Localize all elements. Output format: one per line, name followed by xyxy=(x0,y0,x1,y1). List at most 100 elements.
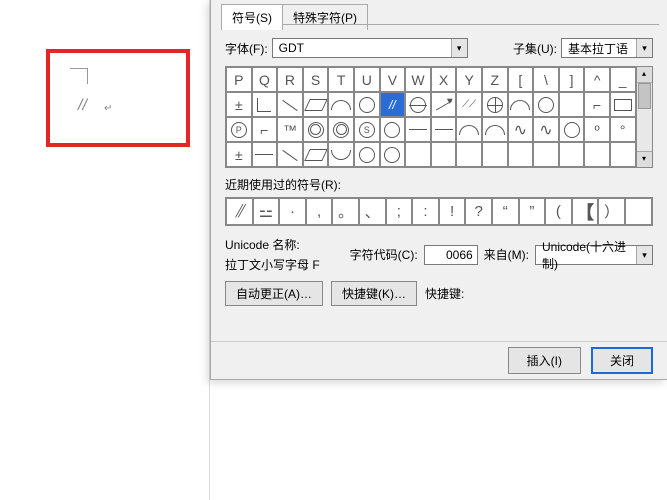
tab-special-chars[interactable]: 特殊字符(P) xyxy=(282,4,368,30)
symbol-cell[interactable] xyxy=(303,142,329,167)
recent-symbol-cell[interactable]: ⫽ xyxy=(226,198,253,225)
recent-symbol-cell[interactable]: “ xyxy=(492,198,519,225)
symbol-cell[interactable] xyxy=(559,117,585,142)
symbol-cell[interactable]: ° xyxy=(610,117,636,142)
symbol-cell[interactable]: ⌐ xyxy=(252,117,278,142)
symbol-cell[interactable] xyxy=(482,92,508,117)
symbol-cell[interactable]: X xyxy=(431,67,457,92)
symbol-cell[interactable] xyxy=(456,142,482,167)
symbol-cell[interactable] xyxy=(431,142,457,167)
symbol-cell[interactable] xyxy=(354,92,380,117)
symbol-cell[interactable]: S xyxy=(303,67,329,92)
recent-symbol-cell[interactable]: ! xyxy=(439,198,466,225)
symbol-cell[interactable] xyxy=(405,142,431,167)
symbol-cell[interactable]: ± xyxy=(226,142,252,167)
recent-symbol-cell[interactable]: · xyxy=(279,198,306,225)
tab-symbols[interactable]: 符号(S) xyxy=(221,4,283,30)
symbol-cell[interactable]: Y xyxy=(456,67,482,92)
recent-symbol-cell[interactable]: ( xyxy=(545,198,572,225)
unicode-name-value: 拉丁文小写字母 F xyxy=(225,256,320,273)
symbol-cell[interactable]: R xyxy=(277,67,303,92)
symbol-cell[interactable]: \ xyxy=(533,67,559,92)
char-code-input[interactable] xyxy=(424,245,478,265)
symbol-cell[interactable] xyxy=(610,92,636,117)
symbol-cell[interactable] xyxy=(482,117,508,142)
symbol-cell[interactable]: ⌐ xyxy=(584,92,610,117)
recent-symbol-cell[interactable]: ? xyxy=(465,198,492,225)
recent-symbol-cell[interactable]: ” xyxy=(519,198,546,225)
recent-symbol-cell[interactable]: ） xyxy=(598,198,625,225)
chevron-down-icon: ▾ xyxy=(636,39,652,57)
symbol-cell[interactable]: ^ xyxy=(584,67,610,92)
recent-symbol-cell[interactable]: 。 xyxy=(332,198,359,225)
symbol-cell[interactable] xyxy=(354,142,380,167)
symbol-cell[interactable]: ] xyxy=(559,67,585,92)
font-select[interactable]: GDT ▾ xyxy=(272,38,468,58)
close-button[interactable]: 关闭 xyxy=(591,347,653,374)
scroll-thumb[interactable] xyxy=(638,83,651,109)
symbol-cell[interactable] xyxy=(380,142,406,167)
symbol-cell[interactable] xyxy=(277,92,303,117)
symbol-cell[interactable] xyxy=(380,117,406,142)
shortcut-button[interactable]: 快捷键(K)… xyxy=(331,281,417,306)
symbol-cell[interactable] xyxy=(610,142,636,167)
recent-symbol-cell[interactable] xyxy=(625,198,652,225)
tab-divider xyxy=(221,24,659,25)
symbol-cell[interactable] xyxy=(431,117,457,142)
symbol-cell[interactable] xyxy=(328,92,354,117)
insert-button[interactable]: 插入(I) xyxy=(508,347,581,374)
symbol-cell[interactable] xyxy=(303,117,329,142)
symbol-cell[interactable] xyxy=(252,92,278,117)
subset-select[interactable]: 基本拉丁语 ▾ xyxy=(561,38,653,58)
symbol-cell[interactable] xyxy=(328,142,354,167)
scroll-up-icon[interactable]: ▴ xyxy=(637,67,652,83)
recent-symbol-cell[interactable]: ; xyxy=(386,198,413,225)
symbol-cell[interactable] xyxy=(533,92,559,117)
symbol-cell[interactable]: Q xyxy=(252,67,278,92)
symbol-cell[interactable]: _ xyxy=(610,67,636,92)
symbol-cell[interactable] xyxy=(405,92,431,117)
symbol-cell[interactable] xyxy=(456,117,482,142)
symbol-cell[interactable]: P xyxy=(226,67,252,92)
symbol-cell[interactable] xyxy=(508,92,534,117)
symbol-cell[interactable]: V xyxy=(380,67,406,92)
symbol-cell[interactable] xyxy=(303,92,329,117)
symbol-cell[interactable]: ™ xyxy=(277,117,303,142)
symbol-cell[interactable] xyxy=(584,142,610,167)
symbol-cell[interactable]: T xyxy=(328,67,354,92)
symbol-cell[interactable] xyxy=(277,142,303,167)
symbol-cell[interactable]: [ xyxy=(508,67,534,92)
symbol-cell[interactable]: W xyxy=(405,67,431,92)
scroll-down-icon[interactable]: ▾ xyxy=(637,151,652,167)
symbol-cell[interactable]: S xyxy=(354,117,380,142)
recent-symbol-cell[interactable]: : xyxy=(412,198,439,225)
symbol-cell[interactable] xyxy=(559,92,585,117)
symbol-cell[interactable] xyxy=(508,142,534,167)
subset-select-value: 基本拉丁语 xyxy=(562,40,636,57)
autocorrect-button[interactable]: 自动更正(A)… xyxy=(225,281,323,306)
symbol-cell[interactable] xyxy=(252,142,278,167)
symbol-cell[interactable]: U xyxy=(354,67,380,92)
symbol-cell[interactable]: º xyxy=(584,117,610,142)
symbol-cell[interactable]: ⟋⟋ xyxy=(456,92,482,117)
recent-symbol-cell[interactable]: ⚍ xyxy=(253,198,280,225)
symbol-cell[interactable]: // xyxy=(380,92,406,117)
symbol-cell[interactable] xyxy=(328,117,354,142)
symbol-cell[interactable] xyxy=(431,92,457,117)
symbol-dialog: 符号(S) 特殊字符(P) 字体(F): GDT ▾ 子集(U): 基本拉丁语 … xyxy=(210,0,667,380)
symbol-cell[interactable] xyxy=(533,142,559,167)
symbol-cell[interactable] xyxy=(405,117,431,142)
recent-symbol-cell[interactable]: , xyxy=(306,198,333,225)
symbol-cell[interactable]: P xyxy=(226,117,252,142)
symbol-cell[interactable] xyxy=(482,142,508,167)
symbol-cell[interactable]: ∿ xyxy=(533,117,559,142)
recent-symbol-cell[interactable]: 、 xyxy=(359,198,386,225)
symbol-cell[interactable]: Z xyxy=(482,67,508,92)
symbol-cell[interactable] xyxy=(559,142,585,167)
grid-scrollbar[interactable]: ▴ ▾ xyxy=(637,66,653,168)
symbol-cell[interactable]: ∿ xyxy=(508,117,534,142)
symbol-cell[interactable]: ± xyxy=(226,92,252,117)
recent-symbol-cell[interactable]: 【 xyxy=(572,198,599,225)
from-select[interactable]: Unicode(十六进制) ▾ xyxy=(535,245,653,265)
scroll-track[interactable] xyxy=(637,83,652,151)
